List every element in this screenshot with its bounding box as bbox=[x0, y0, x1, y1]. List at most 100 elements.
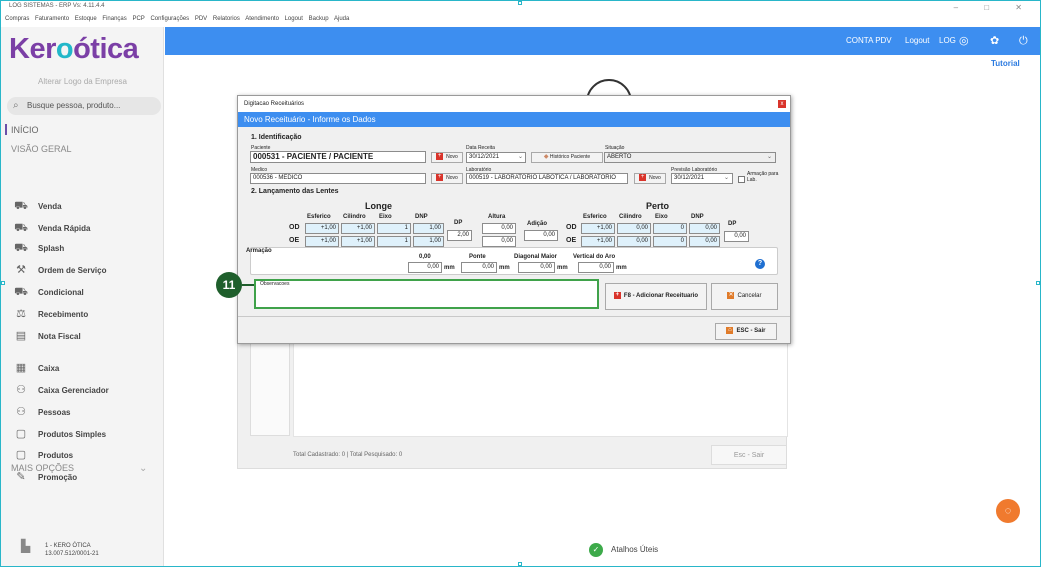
nav-visao-geral[interactable]: VISÃO GERAL bbox=[11, 144, 72, 154]
sidebar-item[interactable]: ⛟ Condicional bbox=[13, 285, 84, 299]
longe-od-cilindro-field[interactable]: +1,00 bbox=[341, 223, 375, 234]
chevron-down-icon[interactable]: ⌄ bbox=[139, 463, 147, 474]
menu-pcp[interactable]: PCP bbox=[132, 16, 144, 22]
chevron-down-icon[interactable]: ⌄ bbox=[767, 153, 772, 160]
active-indicator bbox=[5, 124, 7, 135]
longe-label: Longe bbox=[365, 201, 392, 211]
sidebar-item[interactable]: ⛟ Splash bbox=[13, 241, 64, 255]
menu-pdv[interactable]: PDV bbox=[195, 16, 207, 22]
menu-backup[interactable]: Backup bbox=[309, 16, 329, 22]
resize-handle[interactable] bbox=[1036, 281, 1040, 285]
altura-od-field[interactable]: 0,00 bbox=[482, 223, 516, 234]
paciente-field[interactable]: 000531 - PACIENTE / PACIENTE bbox=[250, 151, 426, 163]
conta-pdv-link[interactable]: CONTA PDV bbox=[846, 27, 892, 55]
longe-od-eixo-field[interactable]: 1 bbox=[377, 223, 411, 234]
search-input[interactable]: ⌕ Busque pessoa, produto... bbox=[7, 97, 161, 115]
diagonal-unit: mm bbox=[557, 265, 568, 271]
chat-icon[interactable]: ◌ bbox=[996, 499, 1020, 523]
tutorial-link[interactable]: Tutorial bbox=[991, 59, 1020, 68]
resize-handle[interactable] bbox=[1, 281, 5, 285]
menu-configuracoes[interactable]: Configurações bbox=[150, 16, 189, 22]
sidebar-item[interactable]: ⚇ Caixa Gerenciador bbox=[13, 383, 109, 397]
perto-od-cilindro-field[interactable]: 0,00 bbox=[617, 223, 651, 234]
aro-field[interactable]: 0,00 bbox=[408, 262, 442, 273]
perto-od-eixo-field[interactable]: 0 bbox=[653, 223, 687, 234]
dp-longe-field[interactable]: 2,00 bbox=[447, 230, 472, 241]
diagonal-label: Diagonal Maior bbox=[514, 254, 558, 260]
close-icon[interactable]: x bbox=[778, 100, 786, 108]
historico-paciente-button[interactable]: ◆ Histórico Paciente bbox=[531, 152, 603, 163]
esc-sair-button[interactable]: ⌂ ESC - Sair bbox=[715, 323, 777, 340]
longe-od-dnp-field[interactable]: 1,00 bbox=[413, 223, 444, 234]
background-esc-button[interactable]: Esc - Sair bbox=[711, 445, 787, 465]
person-icon: ⚇ bbox=[16, 406, 26, 418]
user-icon[interactable]: ◎ bbox=[959, 27, 969, 55]
sidebar-item[interactable]: ⚖ Recebimento bbox=[13, 307, 88, 321]
sidebar-item[interactable]: ⚇ Pessoas bbox=[13, 405, 70, 419]
perto-od-esferico-field[interactable]: +1,00 bbox=[581, 223, 615, 234]
vertical-field[interactable]: 0,00 bbox=[578, 262, 614, 273]
perto-oe-dnp-field[interactable]: 0,00 bbox=[689, 236, 720, 247]
sidebar-item[interactable]: ⚒ Ordem de Serviço bbox=[13, 263, 106, 277]
longe-oe-dnp-field[interactable]: 1,00 bbox=[413, 236, 444, 247]
situacao-select[interactable]: ABERTO bbox=[604, 152, 776, 163]
longe-oe-esferico-field[interactable]: +1,00 bbox=[305, 236, 339, 247]
observacoes-field[interactable]: Observacoes bbox=[254, 279, 599, 309]
box-icon: ▢ bbox=[15, 449, 27, 461]
perto-od-dnp-field[interactable]: 0,00 bbox=[689, 223, 720, 234]
atalhos-uteis[interactable]: ✓ Atalhos Úteis bbox=[589, 543, 658, 557]
menu-logout[interactable]: Logout bbox=[285, 16, 303, 22]
change-logo-link[interactable]: Alterar Logo da Empresa bbox=[1, 77, 164, 86]
f8-adicionar-button[interactable]: + F8 - Adicionar Receituario bbox=[605, 283, 707, 310]
chevron-down-icon[interactable]: ⌄ bbox=[518, 153, 523, 160]
laboratorio-field[interactable]: 000519 - LABORATORIO LABOTICA / LABORATO… bbox=[466, 173, 628, 184]
resize-handle[interactable] bbox=[518, 562, 522, 566]
menu-relatorios[interactable]: Relatorios bbox=[213, 16, 240, 22]
novo-paciente-button[interactable]: + Novo bbox=[431, 152, 463, 163]
sidebar-item[interactable]: ⛟ Venda Rápida bbox=[13, 221, 90, 235]
longe-oe-eixo-field[interactable]: 1 bbox=[377, 236, 411, 247]
chevron-down-icon[interactable]: ⌄ bbox=[724, 174, 729, 181]
adicao-field[interactable]: 0,00 bbox=[524, 230, 558, 241]
novo-laboratorio-button[interactable]: + Novo bbox=[634, 173, 666, 184]
logout-link[interactable]: Logout bbox=[905, 27, 929, 55]
sidebar-item[interactable]: ✎ Promoção bbox=[13, 470, 77, 484]
menu-compras[interactable]: Compras bbox=[5, 16, 29, 22]
col-cilindro-label: Cilindro bbox=[619, 214, 642, 220]
help-icon[interactable]: ? bbox=[755, 259, 765, 269]
cancelar-button[interactable]: ✕ Cancelar bbox=[711, 283, 778, 310]
armacao-lab-checkbox[interactable] bbox=[738, 176, 745, 183]
menu-ajuda[interactable]: Ajuda bbox=[334, 16, 349, 22]
nav-inicio[interactable]: INÍCIO bbox=[11, 125, 39, 135]
menu-financas[interactable]: Finanças bbox=[102, 16, 126, 22]
sidebar-item[interactable]: ▦ Caixa bbox=[13, 361, 60, 375]
sidebar-item[interactable]: ▤ Nota Fiscal bbox=[13, 329, 81, 343]
sidebar-item[interactable]: ▢ Produtos Simples bbox=[13, 427, 106, 441]
gear-icon[interactable]: ✿ bbox=[990, 27, 999, 55]
invoice-icon: ▤ bbox=[15, 330, 27, 342]
perto-oe-label: OE bbox=[566, 237, 577, 244]
longe-od-esferico-field[interactable]: +1,00 bbox=[305, 223, 339, 234]
data-receita-field[interactable]: 30/12/2021 bbox=[466, 152, 526, 163]
dp-perto-field[interactable]: 0,00 bbox=[724, 231, 749, 242]
resize-handle[interactable] bbox=[518, 1, 522, 5]
medico-field[interactable]: 000536 - MEDICO bbox=[250, 173, 426, 184]
ponte-field[interactable]: 0,00 bbox=[461, 262, 497, 273]
company-info: ▙ 1 - KERO ÓTICA 13.007.512/0001-21 bbox=[21, 540, 99, 558]
sidebar-item[interactable]: ⛟ Venda bbox=[13, 199, 62, 213]
power-icon[interactable]: ⏻ bbox=[1019, 27, 1028, 55]
novo-medico-button[interactable]: + Novo bbox=[431, 173, 463, 184]
menu-estoque[interactable]: Estoque bbox=[75, 16, 97, 22]
perto-oe-cilindro-field[interactable]: 0,00 bbox=[617, 236, 651, 247]
perto-oe-eixo-field[interactable]: 0 bbox=[653, 236, 687, 247]
menu-faturamento[interactable]: Faturamento bbox=[35, 16, 69, 22]
cart-fast-icon: ⛟ bbox=[14, 222, 28, 234]
diagonal-field[interactable]: 0,00 bbox=[518, 262, 555, 273]
altura-oe-field[interactable]: 0,00 bbox=[482, 236, 516, 247]
sidebar-item[interactable]: ▢ Produtos bbox=[13, 448, 73, 462]
perto-oe-esferico-field[interactable]: +1,00 bbox=[581, 236, 615, 247]
menu-atendimento[interactable]: Atendimento bbox=[245, 16, 279, 22]
longe-oe-cilindro-field[interactable]: +1,00 bbox=[341, 236, 375, 247]
check-icon: ✓ bbox=[589, 543, 603, 557]
user-name[interactable]: LOG bbox=[939, 27, 956, 55]
